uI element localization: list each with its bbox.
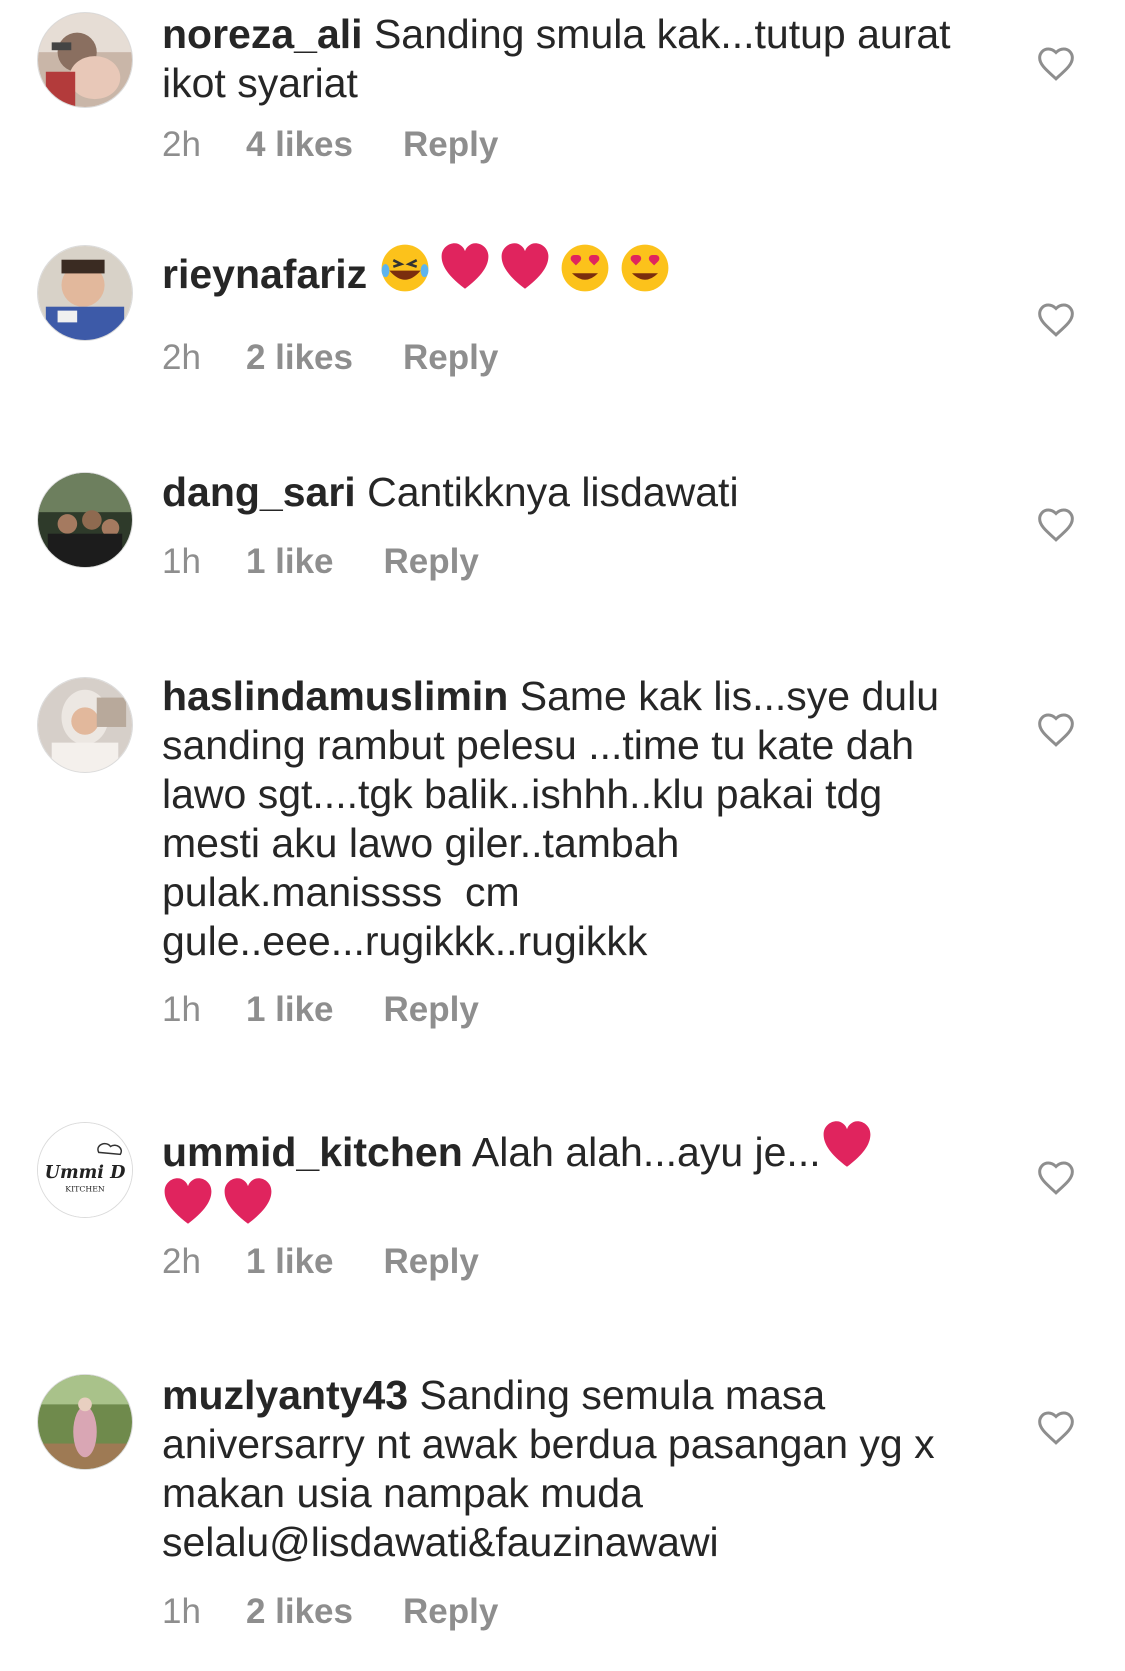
avatar[interactable]: Ummi D KITCHEN [37,1122,133,1218]
comment-username[interactable]: muzlyanty43 [162,1372,408,1418]
comment-username[interactable]: noreza_ali [162,11,363,57]
logo-text: Ummi D [45,1162,126,1183]
comment-text: dang_sari Cantikknya lisdawati [162,468,962,517]
like-heart-icon[interactable] [1036,300,1076,338]
comment-time: 2h [162,338,201,377]
avatar[interactable] [37,245,133,341]
comment-time: 2h [162,1242,201,1281]
comment-meta: 1h 1 like Reply [162,542,479,582]
comment-meta: 2h 4 likes Reply [162,125,498,165]
red-heart-emoji [439,242,491,294]
comment-likes[interactable]: 1 like [246,990,334,1030]
reply-button[interactable]: Reply [403,338,498,378]
heart-eyes-emoji [619,242,671,294]
like-heart-icon[interactable] [1036,1158,1076,1196]
like-heart-icon[interactable] [1036,44,1076,82]
comment-likes[interactable]: 1 like [246,1242,334,1282]
avatar[interactable] [37,472,133,568]
comment-likes[interactable]: 1 like [246,542,334,582]
comment-likes[interactable]: 2 likes [246,1592,353,1632]
reply-button[interactable]: Reply [403,1592,498,1632]
reply-button[interactable]: Reply [403,125,498,165]
comment-text: haslindamuslimin Same kak lis...sye dulu… [162,672,962,966]
comment-text: ummid_kitchen Alah alah...ayu je... [162,1120,962,1234]
comment-body: Cantikknya lisdawati [367,469,739,515]
comment-meta: 2h 2 likes Reply [162,338,498,378]
red-heart-emoji [821,1120,873,1172]
comment-time: 1h [162,542,201,581]
comment-time: 1h [162,1592,201,1631]
like-heart-icon[interactable] [1036,505,1076,543]
comment-meta: 1h 2 likes Reply [162,1592,498,1632]
comment-username[interactable]: haslindamuslimin [162,673,508,719]
comment-text: noreza_ali Sanding smula kak...tutup aur… [162,10,962,108]
laughing-tears-emoji [379,242,431,294]
comment-meta: 2h 1 like Reply [162,1242,479,1282]
comment-text: muzlyanty43 Sanding semula masa aniversa… [162,1371,962,1567]
red-heart-emoji [499,242,551,294]
red-heart-emoji [162,1177,214,1229]
comment-likes[interactable]: 4 likes [246,125,353,165]
heart-eyes-emoji [559,242,611,294]
comment-time: 2h [162,125,201,164]
comment-username[interactable]: rieynafariz [162,251,367,297]
like-heart-icon[interactable] [1036,710,1076,748]
comment-body: Alah alah...ayu je... [471,1129,821,1175]
like-heart-icon[interactable] [1036,1408,1076,1446]
comment-meta: 1h 1 like Reply [162,990,479,1030]
comment-text: rieynafariz [162,242,962,299]
red-heart-emoji [222,1177,274,1229]
logo-subtext: KITCHEN [65,1185,105,1194]
comment-username[interactable]: ummid_kitchen [162,1129,463,1175]
comment-username[interactable]: dang_sari [162,469,356,515]
avatar[interactable] [37,12,133,108]
avatar[interactable] [37,1374,133,1470]
avatar[interactable] [37,677,133,773]
reply-button[interactable]: Reply [384,990,479,1030]
reply-button[interactable]: Reply [384,542,479,582]
comment-time: 1h [162,990,201,1029]
comment-likes[interactable]: 2 likes [246,338,353,378]
reply-button[interactable]: Reply [384,1242,479,1282]
